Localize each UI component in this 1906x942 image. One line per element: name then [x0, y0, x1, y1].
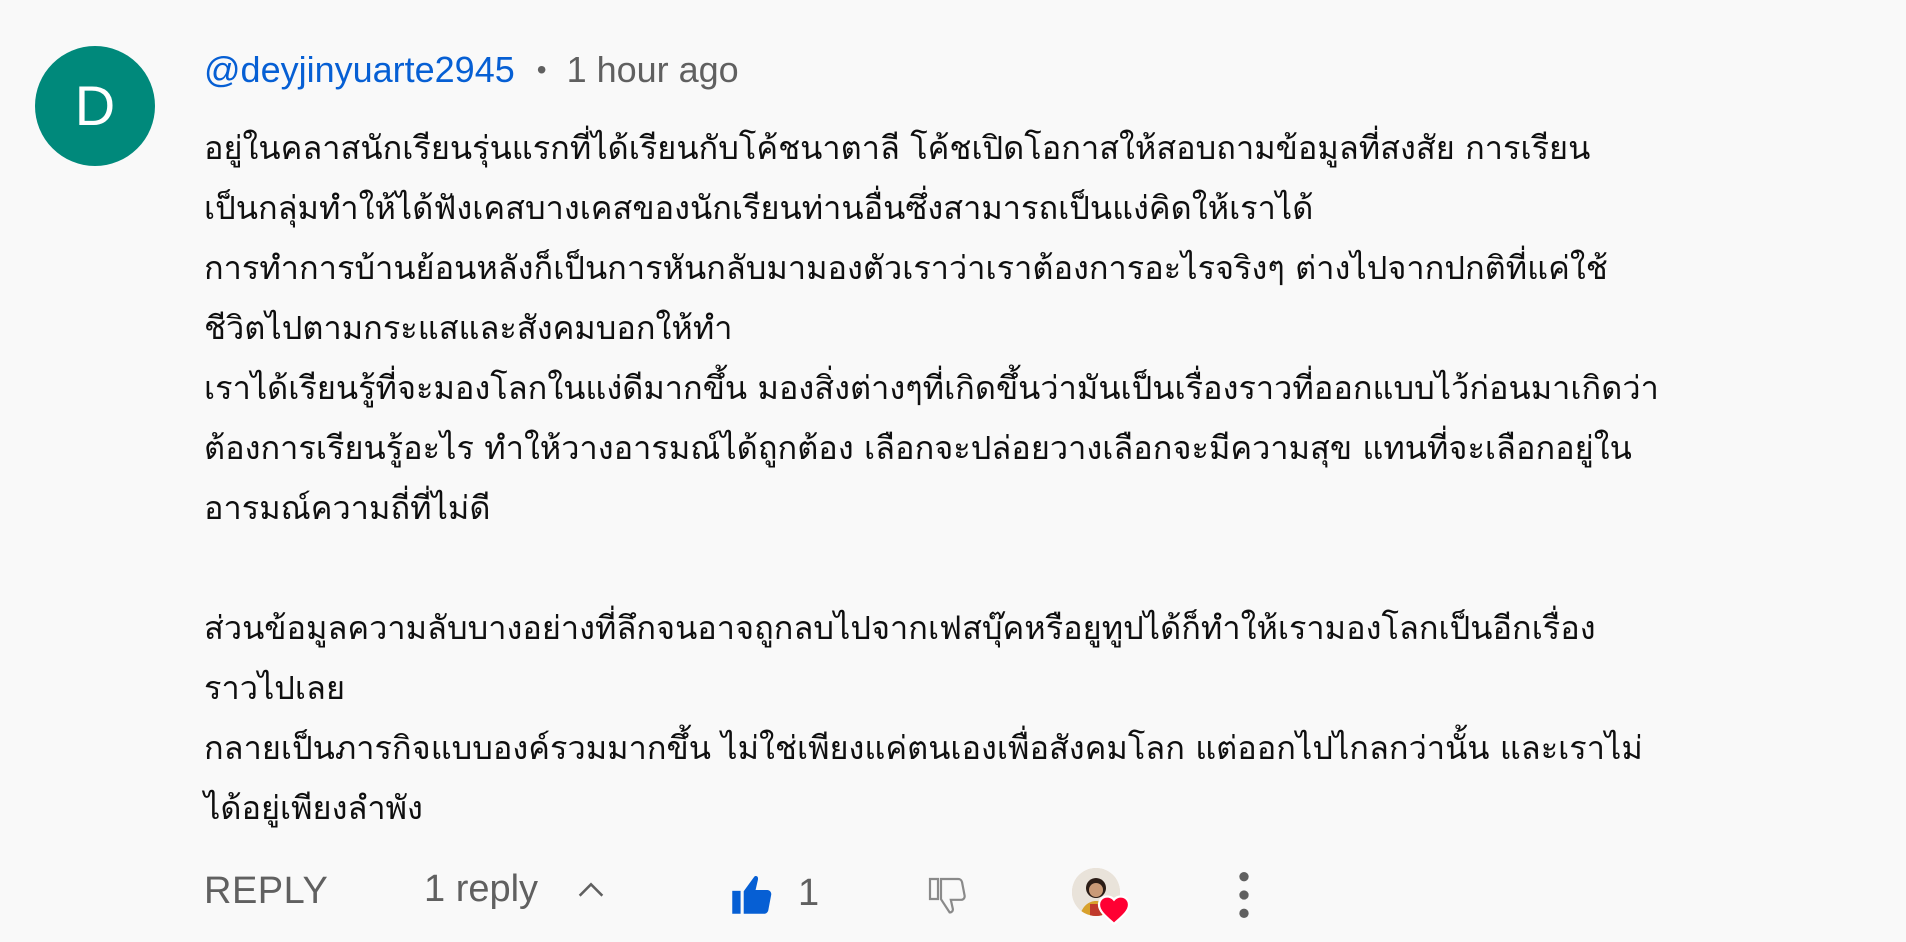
header-separator: •	[536, 54, 547, 85]
more-vertical-icon[interactable]	[1234, 870, 1254, 920]
replies-count-label: 1 reply	[424, 868, 539, 910]
comment-line: เราได้เรียนรู้ที่จะมองโลกในแง่ดีมากขึ้น …	[204, 369, 1659, 407]
replies-toggle-button[interactable]: 1 reply	[424, 868, 608, 911]
comment-line	[204, 538, 1864, 598]
comment-line: ต้องการเรียนรู้อะไร ทำให้วางอารมณ์ได้ถูก…	[204, 429, 1632, 467]
comment-thread: D @deyjinyuarte2945 • 1 hour ago อยู่ในค…	[0, 0, 1906, 942]
comment-line: ชีวิตไปตามกระแสและสังคมบอกให้ทำ	[204, 309, 733, 347]
published-time-link[interactable]: 1 hour ago	[567, 49, 739, 91]
thumbs-up-icon[interactable]	[726, 870, 776, 920]
comment-text: อยู่ในคลาสนักเรียนรุ่นแรกที่ได้เรียนกับโ…	[204, 118, 1864, 838]
like-count: 1	[798, 872, 820, 914]
chevron-up-icon	[578, 882, 604, 897]
avatar-letter: D	[74, 74, 116, 137]
creator-heart-badge	[1072, 868, 1138, 928]
comment-line: อยู่ในคลาสนักเรียนรุ่นแรกที่ได้เรียนกับโ…	[204, 129, 1591, 167]
comment-line: การทำการบ้านย้อนหลังก็เป็นการหันกลับมามอ…	[204, 249, 1608, 287]
author-name-link[interactable]: @deyjinyuarte2945	[204, 49, 515, 91]
thumbs-down-icon[interactable]	[922, 872, 972, 920]
reply-button[interactable]: REPLY	[204, 870, 328, 913]
comment-line: ส่วนข้อมูลความลับบางอย่างที่ลึกจนอาจถูกล…	[204, 609, 1596, 647]
comment-line: ราวไปเลย	[204, 669, 345, 707]
comment-line: อารมณ์ความถี่ที่ไม่ดี	[204, 489, 491, 527]
comment-action-bar: REPLY 1 reply 1	[204, 862, 1304, 926]
comment-line: ได้อยู่เพียงลำพัง	[204, 789, 423, 827]
heart-icon	[1097, 895, 1131, 926]
comment-line: เป็นกลุ่มทำให้ได้ฟังเคสบางเคสของนักเรียน…	[204, 189, 1314, 227]
comment-header: @deyjinyuarte2945 • 1 hour ago	[204, 46, 739, 94]
author-avatar[interactable]: D	[35, 46, 155, 166]
comment-line: กลายเป็นภารกิจแบบองค์รวมมากขึ้น ไม่ใช่เพ…	[204, 729, 1643, 767]
